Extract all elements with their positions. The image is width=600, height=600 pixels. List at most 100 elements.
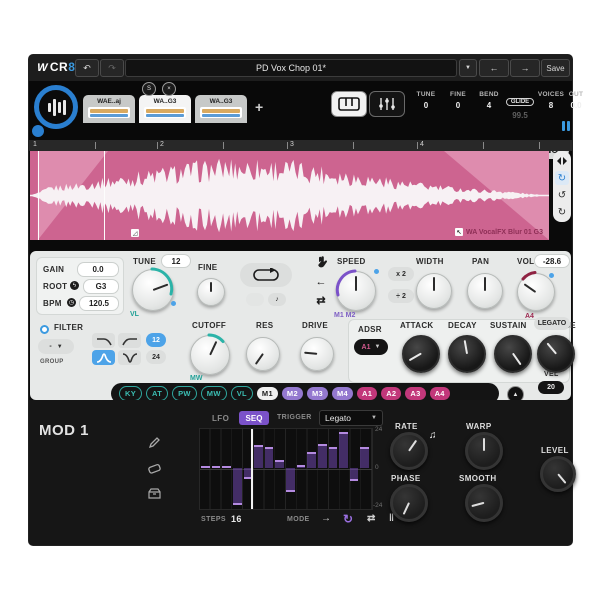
global-out[interactable]: OUT0.0	[563, 91, 589, 110]
seq-step-bar[interactable]	[254, 445, 263, 468]
vel-value[interactable]: 20	[538, 381, 564, 394]
warp-knob[interactable]	[465, 432, 503, 470]
add-tab-button[interactable]: +	[255, 99, 263, 115]
vol-value[interactable]: -28.6	[534, 254, 570, 268]
loop-sync-note-button[interactable]: ♪	[268, 293, 286, 306]
seq-step-bar[interactable]	[233, 468, 242, 505]
mod-source-m3[interactable]: M3	[307, 387, 328, 400]
filter-group-dropdown[interactable]: -▼	[38, 339, 74, 354]
root-value[interactable]: G3	[83, 279, 119, 294]
sustain-knob[interactable]	[494, 335, 532, 373]
drive-knob[interactable]	[300, 337, 334, 371]
mode-loop-icon[interactable]: ↻	[343, 512, 353, 526]
bpm-value[interactable]: 120.5	[79, 296, 119, 311]
preset-name-display[interactable]: PD Vox Chop 01*	[125, 59, 457, 77]
keyboard-view-button[interactable]	[331, 91, 367, 117]
mod-source-m4[interactable]: M4	[332, 387, 353, 400]
vol-knob[interactable]	[517, 273, 555, 311]
tune-knob[interactable]	[132, 269, 174, 311]
res-knob[interactable]	[246, 337, 280, 371]
release-knob[interactable]	[537, 335, 575, 373]
mod-source-m1-active[interactable]: M1	[257, 387, 278, 400]
tab-sample-3[interactable]: WA..G3	[195, 95, 247, 123]
loop-mode-icon[interactable]: ↻	[555, 171, 569, 185]
tab-lfo[interactable]: LFO	[212, 414, 229, 423]
mode-forward-icon[interactable]: →	[321, 513, 331, 524]
mod-source-a2[interactable]: A2	[381, 387, 401, 400]
redo-button[interactable]: ↷	[100, 59, 124, 77]
undo-button[interactable]: ↶	[75, 59, 99, 77]
mod-source-a4[interactable]: A4	[430, 387, 450, 400]
global-bend[interactable]: BEND4	[472, 91, 506, 110]
speed-div2-button[interactable]: ÷ 2	[388, 289, 414, 303]
seq-step-bar[interactable]	[339, 432, 348, 468]
mixer-view-button[interactable]	[369, 91, 405, 117]
filter-slope-12-button[interactable]: 12	[146, 333, 166, 347]
mod-source-ky[interactable]: KY	[119, 386, 142, 401]
decay-knob[interactable]	[448, 335, 486, 373]
loop-release-icon[interactable]: ↻	[555, 205, 569, 219]
tab-close-icon[interactable]: ×	[162, 82, 176, 96]
mod-source-at[interactable]: AT	[146, 386, 168, 401]
phase-knob[interactable]	[390, 484, 428, 522]
loop-toggle-button[interactable]	[240, 263, 292, 287]
hand-drag-icon[interactable]	[314, 255, 328, 269]
fade-tool-icon[interactable]	[555, 154, 569, 168]
waveform-display[interactable]: ◿ ↖ WA VocalFX Blur 01 G3	[30, 151, 549, 240]
next-preset-button[interactable]: →	[510, 59, 540, 77]
tune-value[interactable]: 12	[161, 254, 191, 268]
gain-value[interactable]: 0.0	[77, 262, 119, 277]
step-sequencer-grid[interactable]	[199, 428, 373, 510]
sample-start-marker[interactable]	[38, 151, 39, 240]
tab-sample-1[interactable]: WAE..aj	[83, 95, 135, 123]
seq-step-bar[interactable]	[307, 452, 316, 468]
global-glide[interactable]: GLIDE99.5	[503, 90, 537, 120]
mod-source-a3[interactable]: A3	[405, 387, 425, 400]
tab-solo-badge[interactable]: S	[142, 82, 156, 96]
speed-knob[interactable]	[336, 271, 376, 311]
seq-step-bar[interactable]	[265, 447, 274, 468]
attack-knob[interactable]	[402, 335, 440, 373]
mod-source-m2[interactable]: M2	[282, 387, 303, 400]
global-fine[interactable]: FINE0	[441, 91, 475, 110]
loop-sync-off-button[interactable]	[246, 293, 264, 306]
reverse-play-icon[interactable]: ←	[314, 275, 328, 289]
fine-knob[interactable]	[197, 278, 225, 306]
pencil-tool-icon[interactable]	[147, 436, 161, 450]
loop-flag-icon[interactable]: ◿	[131, 229, 139, 237]
global-tune[interactable]: TUNE0	[409, 91, 443, 110]
eraser-tool-icon[interactable]	[147, 461, 161, 475]
trigger-mode-dropdown[interactable]: Legato▼	[319, 410, 383, 426]
mod-source-pw[interactable]: PW	[172, 386, 197, 401]
tab-sample-2-active[interactable]: WA..G3	[139, 95, 191, 123]
save-button[interactable]: Save	[541, 59, 570, 77]
filter-enable-toggle[interactable]	[40, 325, 49, 334]
loop-alt-icon[interactable]: ↺	[555, 188, 569, 202]
legato-button[interactable]: LEGATO	[534, 317, 570, 330]
rate-sync-note-icon[interactable]: ♫	[429, 430, 437, 441]
seq-step-bar[interactable]	[318, 444, 327, 468]
steps-value[interactable]: 16	[231, 514, 242, 524]
filter-bandpass-button[interactable]	[92, 350, 115, 365]
timeline-ruler[interactable]: 1 2 3 4	[29, 140, 572, 151]
filter-notch-button[interactable]	[118, 350, 141, 365]
seq-step-bar[interactable]	[360, 447, 369, 468]
smooth-knob[interactable]	[465, 484, 503, 522]
rate-knob[interactable]	[390, 432, 428, 470]
filter-lowpass-button[interactable]	[92, 333, 115, 348]
seq-step-bar[interactable]	[286, 468, 295, 492]
adsr-preset-dropdown[interactable]: A1▼	[354, 339, 388, 355]
filter-highpass-button[interactable]	[118, 333, 141, 348]
mode-pingpong-icon[interactable]: ⇄	[367, 513, 375, 524]
tab-seq-active[interactable]: SEQ	[239, 411, 269, 425]
preset-drawer-icon[interactable]	[147, 486, 161, 500]
cutoff-knob[interactable]	[190, 335, 230, 375]
pingpong-play-icon[interactable]: ⇄	[314, 293, 328, 307]
preset-menu-button[interactable]: ▼	[459, 59, 477, 77]
pan-knob[interactable]	[467, 273, 503, 309]
filter-slope-24-button[interactable]: 24	[146, 350, 166, 364]
width-knob[interactable]	[416, 273, 452, 309]
level-knob[interactable]	[540, 456, 576, 492]
speed-x2-button[interactable]: x 2	[388, 267, 414, 281]
prev-preset-button[interactable]: ←	[479, 59, 509, 77]
